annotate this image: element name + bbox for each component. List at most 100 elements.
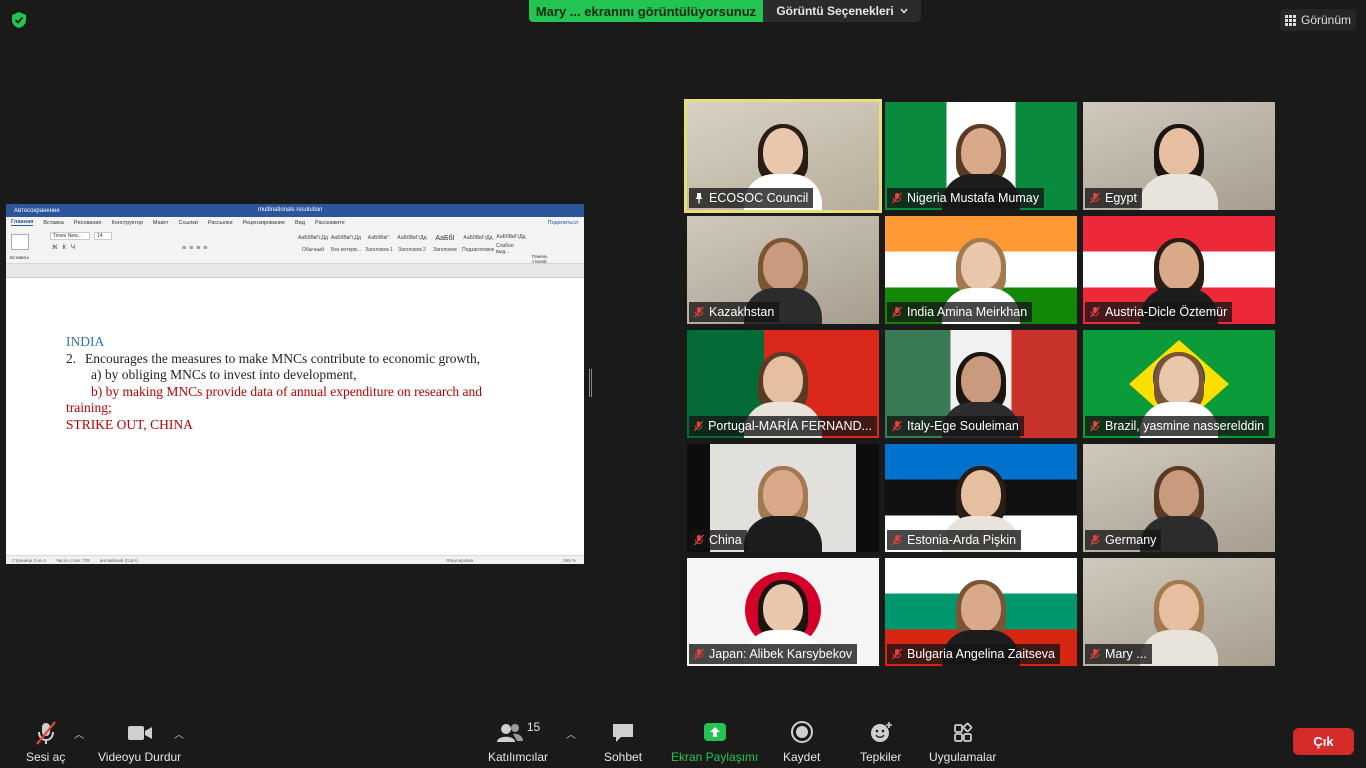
mic-muted-icon [694,648,704,660]
video-tile[interactable]: Nigeria Mustafa Mumay [885,102,1077,210]
ribbon-tab: Вид [295,219,305,226]
ribbon-tab: Вставка [43,219,64,226]
document-filename: multinationals resolution [258,207,323,213]
ribbon-tab: Главная [11,219,34,226]
share-screen-icon [703,723,726,741]
share-screen-label: Ekran Paylaşımı [671,750,759,764]
mic-muted-icon [1090,648,1100,660]
participant-name-tag: Brazil, yasmine nasserelddin [1085,416,1270,436]
shield-icon[interactable] [10,11,28,29]
participant-name-tag: Japan: Alibek Karsybekov [689,644,858,664]
participant-name: Brazil, yasmine nasserelddin [1105,419,1265,433]
record-icon [790,721,813,743]
style-item: АаБбI Заголовок [433,234,457,254]
participant-silhouette [1140,580,1218,666]
paste-label: Вставить [10,255,30,260]
video-tile[interactable]: China [687,444,879,552]
mic-muted-icon [1090,534,1100,546]
video-tile[interactable]: Japan: Alibek Karsybekov [687,558,879,666]
unmute-label: Sesi aç [26,750,66,764]
participant-name-tag: Kazakhstan [689,302,780,322]
zoom-level: 265 % [563,557,576,563]
video-tile[interactable]: Egypt [1083,102,1275,210]
unmute-button[interactable]: Sesi aç [26,720,65,764]
word-title-bar: Автосохранение multinationals resolution [6,204,584,217]
video-camera-icon [127,726,152,740]
sub-clause-b: b) by making MNCs provide data of annual… [91,384,483,399]
video-tile[interactable]: Bulgaria Angelina Zaitseva [885,558,1077,666]
reaction-smiley-icon [870,722,892,742]
focus-mode: Фокусировка [446,557,474,563]
view-options-label: Görüntü Seçenekleri [776,4,894,18]
styles-pane-label: Панель стилей [532,254,548,264]
style-item: АаБбВвГгДд Заголовок 2 [397,235,427,253]
style-item: АаБбВвГ: Заголовок 1 [365,235,393,253]
screen-share-status[interactable]: Mary ... ekranını görüntülüyorsunuz [529,0,763,22]
participant-name: Kazakhstan [709,305,775,319]
participant-name-tag: Mary ... [1085,644,1152,664]
participants-button[interactable]: 15 Katılımcılar [488,720,548,764]
reactions-button[interactable]: Tepkiler [860,720,901,764]
mic-muted-icon [892,192,902,204]
ribbon-tab: Ссылки [178,219,198,226]
video-tile[interactable]: Italy-Ege Souleiman [885,330,1077,438]
audio-options-caret[interactable]: ︿ [74,726,84,741]
video-tile[interactable]: Brazil, yasmine nasserelddin [1083,330,1275,438]
participant-name: Bulgaria Angelina Zaitseva [907,647,1056,661]
participant-name-tag: India Amina Meirkhan [887,302,1033,322]
mic-muted-icon [694,534,704,546]
apps-label: Uygulamalar [929,750,997,764]
document-page: INDIA 2. Encourages the measures to make… [6,278,584,546]
participant-name: Egypt [1105,191,1137,205]
font-size-field: 14 [94,232,112,240]
align-buttons: ≡≡≡≡ [182,245,211,252]
mic-muted-icon [1090,192,1100,204]
video-tile[interactable]: Mary ... [1083,558,1275,666]
participant-name: Austria-Dicle Öztemür [1105,305,1228,319]
video-tile[interactable]: India Amina Meirkhan [885,216,1077,324]
view-button[interactable]: Görünüm [1280,9,1356,31]
chat-button[interactable]: Sohbet [604,720,642,764]
video-tile[interactable]: Austria-Dicle Öztemür [1083,216,1275,324]
video-tile[interactable]: ECOSOC Council [684,99,882,213]
ribbon-toolbar: Вставить Times New... 14 ЖКЧ ≡≡≡≡ АаБбВв… [6,228,584,264]
participant-name-tag: Estonia-Arda Pişkin [887,530,1022,550]
font-name-field: Times New... [50,232,90,240]
participant-name: India Amina Meirkhan [907,305,1028,319]
leave-button[interactable]: Çık [1293,728,1354,755]
video-tile[interactable]: Germany [1083,444,1275,552]
video-tile[interactable]: Kazakhstan [687,216,879,324]
participant-name-tag: ECOSOC Council [689,188,814,208]
stop-video-button[interactable]: Videoyu Durdur [98,720,181,764]
styles-gallery: АаБбВвГг,Дд Обычный АаБбВвГг,Дд Без интерв… [298,232,526,256]
video-tile[interactable]: Estonia-Arda Pişkin [885,444,1077,552]
amendment-note: STRIKE OUT, CHINA [66,417,193,432]
participant-name-tag: Italy-Ege Souleiman [887,416,1024,436]
participant-name: China [709,533,742,547]
video-tile[interactable]: Portugal-MARÍA FERNAND... [687,330,879,438]
shared-screen: Автосохранение multinationals resolution… [6,204,584,564]
participant-name-tag: Germany [1085,530,1162,550]
ribbon-tabs: Главная Вставка Рисование Конструктор Ма… [6,217,584,228]
resize-handle[interactable] [589,369,592,397]
language: английский (США) [99,557,138,563]
participant-name: Italy-Ege Souleiman [907,419,1019,433]
share-screen-button[interactable]: Ekran Paylaşımı [671,720,758,764]
participants-options-caret[interactable]: ︿ [566,726,576,741]
mic-muted-icon [35,721,56,745]
record-button[interactable]: Kaydet [783,720,820,764]
participant-silhouette [1140,124,1218,210]
participant-name: Estonia-Arda Pişkin [907,533,1017,547]
style-item: АаБбВвГгДд Подзаголовок [462,235,494,253]
apps-button[interactable]: Uygulamalar [929,720,996,764]
style-item: АаБбВвГг,Дд Обычный [298,235,328,253]
mic-muted-icon [694,306,704,318]
chevron-down-icon [900,8,908,14]
word-count: Число слов: 728 [55,557,90,563]
video-options-caret[interactable]: ︿ [174,726,184,741]
participant-name-tag: Bulgaria Angelina Zaitseva [887,644,1061,664]
participant-name-tag: China [689,530,747,550]
participant-name-tag: Austria-Dicle Öztemür [1085,302,1233,322]
mic-muted-icon [892,534,902,546]
view-options-button[interactable]: Görüntü Seçenekleri [763,0,921,22]
